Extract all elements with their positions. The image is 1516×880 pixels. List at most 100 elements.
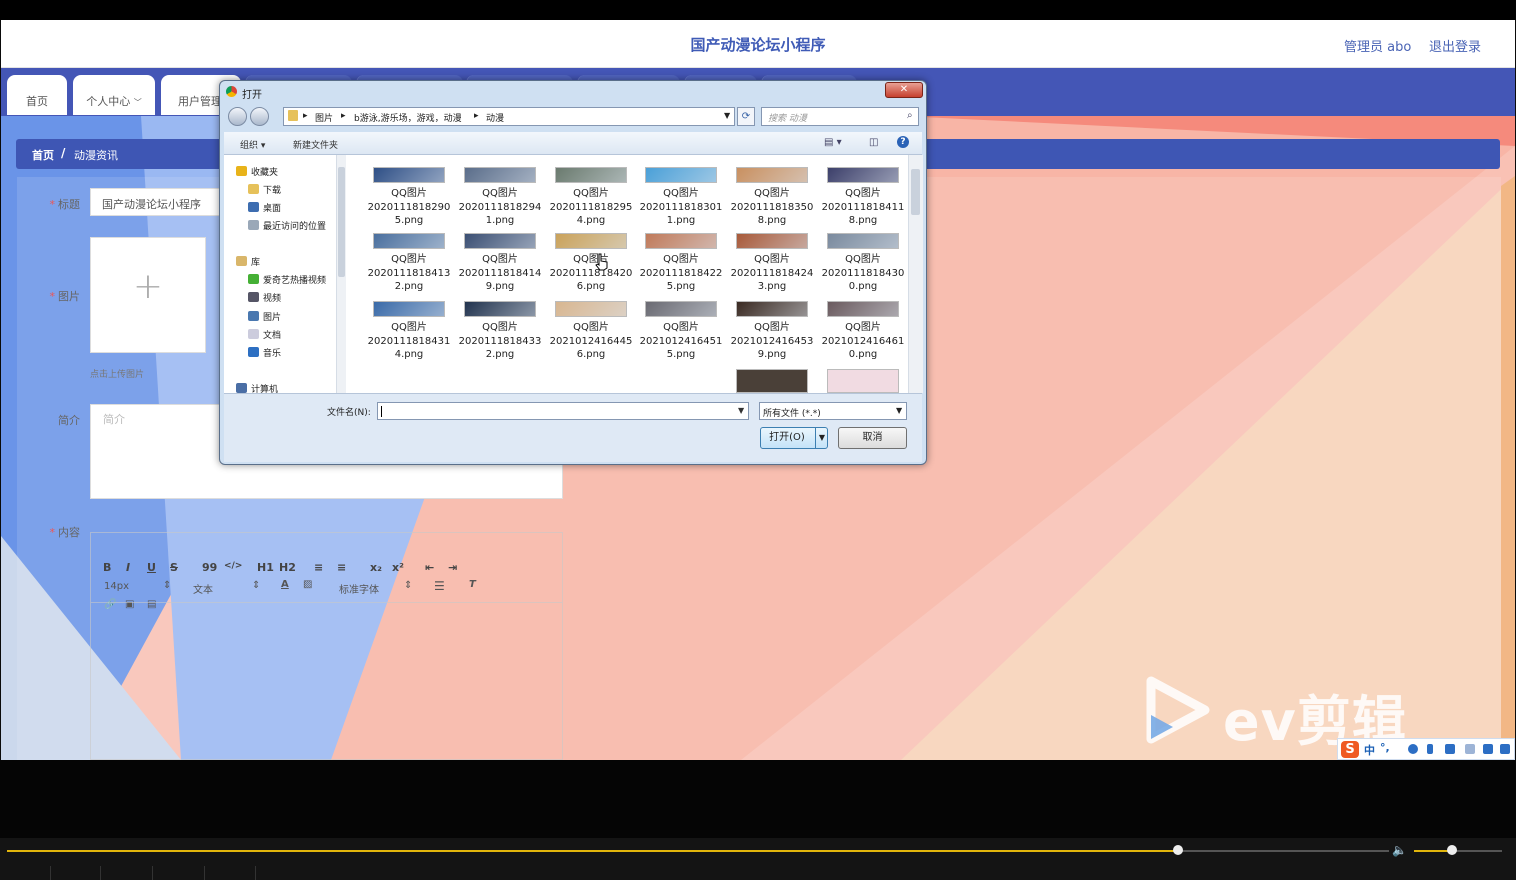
outdent-button[interactable]: ⇤ <box>425 561 434 574</box>
font-size-select[interactable]: 14px <box>104 581 129 592</box>
underline-button[interactable]: U <box>147 561 156 574</box>
clear-format-icon[interactable]: T <box>469 579 476 590</box>
blockquote-button[interactable]: 99 <box>202 561 217 574</box>
nav-item-label[interactable]: 下载 <box>263 183 281 196</box>
file-item[interactable]: QQ图片 2020111818420 6.png <box>548 233 634 294</box>
forward-button[interactable] <box>250 107 269 126</box>
nav-tab-home[interactable]: 首页 <box>7 75 67 115</box>
file-item[interactable]: QQ图片 2020111818294 1.png <box>457 167 543 228</box>
refresh-button[interactable]: ⟳ <box>737 107 755 126</box>
align-icon[interactable]: ☰ <box>434 579 445 593</box>
file-item[interactable]: QQ图片 2021012416451 5.png <box>638 301 724 362</box>
file-item[interactable]: QQ图片 2021012416461 0.png <box>820 301 906 362</box>
progress-handle[interactable] <box>1173 845 1183 855</box>
file-item[interactable]: QQ图片 2020111818290 5.png <box>366 167 452 228</box>
nav-item-label[interactable]: 桌面 <box>263 201 281 214</box>
indent-button[interactable]: ⇥ <box>448 561 457 574</box>
rich-text-editor[interactable]: B I U S 99 </> H1 H2 ≡ ≡ x₂ x² ⇤ ⇥ 14px … <box>90 532 563 760</box>
header2-button[interactable]: H2 <box>279 561 296 574</box>
open-button[interactable]: 打开(O) ▼ <box>760 427 828 449</box>
font-color-icon[interactable]: A <box>281 579 289 590</box>
nav-item-label[interactable]: 计算机 <box>251 382 278 393</box>
title-input[interactable]: 国产动漫论坛小程序 <box>90 188 220 216</box>
nav-item-label[interactable]: 视频 <box>263 291 281 304</box>
address-segment[interactable]: b游泳,游乐场，游戏，动漫 <box>354 111 462 124</box>
filename-input[interactable]: ▼ <box>377 402 749 420</box>
user-icon[interactable] <box>1465 744 1475 754</box>
bold-button[interactable]: B <box>103 561 111 574</box>
video-icon[interactable]: ▤ <box>147 599 156 610</box>
ordered-list-button[interactable]: ≡ <box>314 561 323 574</box>
file-item[interactable]: QQ图片 2020111818295 4.png <box>548 167 634 228</box>
link-icon[interactable]: 🔗 <box>104 599 116 610</box>
volume-icon[interactable]: 🔈 <box>1392 843 1407 857</box>
file-list-scrollbar[interactable] <box>908 155 923 393</box>
address-bar[interactable]: ▸ 图片 ▸ b游泳,游乐场，游戏，动漫 ▸ 动漫 ▼ <box>283 107 735 126</box>
progress-bar-remaining[interactable] <box>1178 850 1389 852</box>
nav-tab-personal-center[interactable]: 个人中心 ﹀ <box>73 75 155 115</box>
nav-item-label[interactable]: 爱奇艺热播视频 <box>263 273 326 286</box>
code-block-button[interactable]: </> <box>224 561 242 571</box>
help-icon[interactable]: ? <box>897 136 909 148</box>
logout-link[interactable]: 退出登录 <box>1429 36 1481 55</box>
nav-item-label[interactable]: 文档 <box>263 328 281 341</box>
file-item[interactable]: QQ图片 2020111818414 9.png <box>457 233 543 294</box>
volume-handle[interactable] <box>1447 845 1457 855</box>
view-options-icon[interactable]: ▤ ▾ <box>824 137 842 148</box>
preview-pane-icon[interactable]: ◫ <box>869 137 878 148</box>
bullet-list-button[interactable]: ≡ <box>337 561 346 574</box>
file-item[interactable]: QQ图片 2020111818430 0.png <box>820 233 906 294</box>
file-item[interactable]: QQ图片 2020111818413 2.png <box>366 233 452 294</box>
nav-item-label[interactable]: 音乐 <box>263 346 281 359</box>
file-item[interactable]: QQ图片 2021012416445 6.png <box>548 301 634 362</box>
superscript-button[interactable]: x² <box>392 561 404 574</box>
nav-item-label[interactable]: 收藏夹 <box>251 165 278 178</box>
sogou-logo-icon[interactable]: S <box>1341 741 1359 758</box>
file-item[interactable]: QQ图片 2020111818433 2.png <box>457 301 543 362</box>
file-item[interactable]: QQ图片 2020111818350 8.png <box>729 167 815 228</box>
background-color-icon[interactable]: ▨ <box>303 579 312 590</box>
progress-bar-played[interactable] <box>7 850 1178 852</box>
strike-button[interactable]: S <box>170 561 178 574</box>
admin-user-label[interactable]: 管理员 abo <box>1344 36 1411 55</box>
nav-item-label[interactable]: 最近访问的位置 <box>263 219 326 232</box>
file-item[interactable]: QQ图片 2020111818411 8.png <box>820 167 906 228</box>
header1-button[interactable]: H1 <box>257 561 274 574</box>
cancel-button[interactable]: 取消 <box>838 427 907 449</box>
file-type-select[interactable]: 所有文件 (*.*) ▼ <box>759 402 907 420</box>
emoji-icon[interactable] <box>1408 744 1418 754</box>
nav-item-label[interactable]: 库 <box>251 255 260 268</box>
file-thumbnail[interactable] <box>827 369 899 393</box>
chevron-down-icon[interactable]: ▼ <box>738 406 744 415</box>
chevron-down-icon[interactable]: ▼ <box>815 428 828 448</box>
address-segment[interactable]: 动漫 <box>486 111 504 124</box>
organize-menu[interactable]: 组织 ▾ <box>240 138 265 151</box>
back-button[interactable] <box>228 107 247 126</box>
breadcrumb-home[interactable]: 首页 <box>32 147 54 163</box>
nav-item-label[interactable]: 图片 <box>263 310 281 323</box>
paragraph-select[interactable]: 文本 <box>193 581 213 596</box>
italic-button[interactable]: I <box>126 561 130 574</box>
file-item[interactable]: QQ图片 2020111818424 3.png <box>729 233 815 294</box>
file-thumbnail[interactable] <box>736 369 808 393</box>
image-upload-box[interactable]: + <box>90 237 206 353</box>
punctuation-icon[interactable]: °, <box>1380 741 1390 754</box>
ime-mode[interactable]: 中 <box>1364 742 1375 758</box>
address-segment[interactable]: 图片 <box>315 111 333 124</box>
file-item[interactable]: QQ图片 2021012416453 9.png <box>729 301 815 362</box>
skin-icon[interactable] <box>1483 744 1493 754</box>
scrollbar-thumb[interactable] <box>338 167 345 277</box>
subscript-button[interactable]: x₂ <box>370 561 382 574</box>
font-family-select[interactable]: 标准字体 <box>339 581 379 596</box>
search-input[interactable]: 搜索 动漫 <box>761 107 919 126</box>
toolbox-icon[interactable] <box>1500 744 1510 754</box>
scrollbar-thumb[interactable] <box>911 169 920 215</box>
volume-bar-rest[interactable] <box>1452 850 1502 852</box>
microphone-icon[interactable] <box>1427 744 1433 754</box>
new-folder-button[interactable]: 新建文件夹 <box>293 138 338 151</box>
chevron-down-icon[interactable]: ▼ <box>724 111 730 120</box>
file-item[interactable]: QQ图片 2020111818301 1.png <box>638 167 724 228</box>
file-item[interactable]: QQ图片 2020111818431 4.png <box>366 301 452 362</box>
file-item[interactable]: QQ图片 2020111818422 5.png <box>638 233 724 294</box>
close-button[interactable]: ✕ <box>885 82 923 98</box>
